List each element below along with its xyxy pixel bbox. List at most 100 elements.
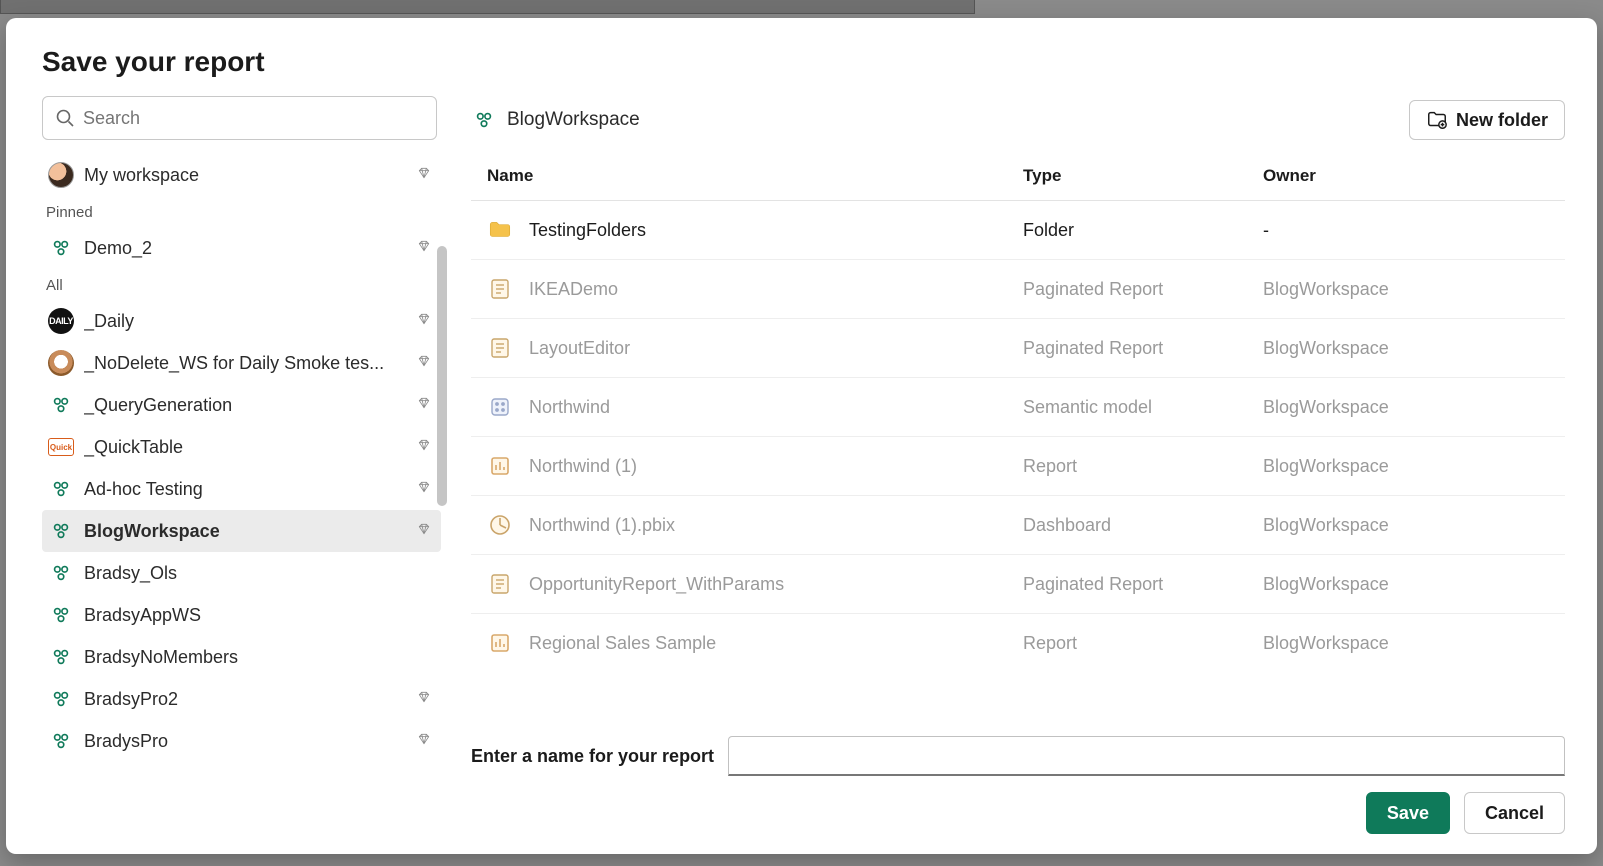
sidebar-item-label: _QuickTable (84, 437, 407, 458)
sidebar-item-all-2[interactable]: _QueryGeneration (42, 384, 441, 426)
people-icon (48, 392, 74, 418)
col-header-name[interactable]: Name (483, 166, 1023, 186)
row-owner: BlogWorkspace (1263, 574, 1553, 595)
sidebar-item-all-7[interactable]: BradsyAppWS (42, 594, 441, 636)
quick-badge-icon: Quick (48, 438, 74, 456)
breadcrumb: BlogWorkspace (471, 107, 640, 133)
row-name: Northwind (1).pbix (529, 515, 675, 536)
table-row: Northwind (1).pbix Dashboard BlogWorkspa… (471, 496, 1565, 555)
people-icon (48, 235, 74, 261)
main-panel: BlogWorkspace New folder Name Type Owner (447, 96, 1565, 834)
table-row: Northwind (1) Report BlogWorkspace (471, 437, 1565, 496)
save-report-dialog: Save your report My workspace Pinned Dem… (6, 18, 1597, 854)
table-body[interactable]: TestingFolders Folder - IKEADemo Paginat… (471, 201, 1565, 661)
premium-diamond-icon (417, 732, 431, 751)
row-name: LayoutEditor (529, 338, 630, 359)
premium-diamond-icon (417, 438, 431, 457)
content-table: Name Type Owner TestingFolders Folder - … (471, 166, 1565, 718)
my-workspace-item[interactable]: My workspace (42, 154, 441, 196)
sidebar-scrollbar[interactable] (437, 246, 447, 866)
background-window-strip (0, 0, 975, 14)
folder-icon (487, 217, 513, 243)
search-input[interactable] (83, 108, 424, 129)
report-icon (487, 630, 513, 656)
sidebar-item-pinned-0[interactable]: Demo_2 (42, 227, 441, 269)
cancel-button[interactable]: Cancel (1464, 792, 1565, 834)
sidebar-item-label: BlogWorkspace (84, 521, 407, 542)
sidebar-section-all: All (42, 269, 441, 300)
premium-diamond-icon (417, 690, 431, 709)
row-type: Paginated Report (1023, 338, 1263, 359)
people-icon (48, 560, 74, 586)
people-icon (471, 107, 497, 133)
row-owner: BlogWorkspace (1263, 633, 1553, 654)
report-icon (487, 453, 513, 479)
premium-diamond-icon (417, 354, 431, 373)
row-type: Paginated Report (1023, 574, 1263, 595)
dialog-actions: Save Cancel (471, 792, 1565, 834)
premium-diamond-icon (417, 396, 431, 415)
row-type: Report (1023, 456, 1263, 477)
sidebar-item-all-1[interactable]: _NoDelete_WS for Daily Smoke tes... (42, 342, 441, 384)
row-type: Semantic model (1023, 397, 1263, 418)
row-name: Northwind (1) (529, 456, 637, 477)
row-name: Northwind (529, 397, 610, 418)
sidebar-item-label: _QueryGeneration (84, 395, 407, 416)
workspace-sidebar: My workspace Pinned Demo_2 All DAILY _Da… (42, 96, 447, 834)
row-name: TestingFolders (529, 220, 646, 241)
people-icon (48, 602, 74, 628)
sidebar-item-all-3[interactable]: Quick _QuickTable (42, 426, 441, 468)
sidebar-item-all-9[interactable]: BradsyPro2 (42, 678, 441, 720)
dashboard-icon (487, 512, 513, 538)
sidebar-item-label: _Daily (84, 311, 407, 332)
new-folder-icon (1426, 109, 1448, 131)
row-name: OpportunityReport_WithParams (529, 574, 784, 595)
sidebar-item-label: Ad-hoc Testing (84, 479, 407, 500)
workspace-list[interactable]: My workspace Pinned Demo_2 All DAILY _Da… (42, 154, 447, 834)
new-folder-button[interactable]: New folder (1409, 100, 1565, 140)
row-owner: BlogWorkspace (1263, 456, 1553, 477)
sidebar-item-all-8[interactable]: BradsyNoMembers (42, 636, 441, 678)
sidebar-item-label: BradsyNoMembers (84, 647, 431, 668)
row-owner: - (1263, 220, 1553, 241)
sidebar-item-label: BradysPro (84, 731, 407, 752)
new-folder-label: New folder (1456, 110, 1548, 131)
sidebar-scrollbar-thumb[interactable] (437, 246, 447, 506)
sidebar-item-label: Demo_2 (84, 238, 407, 259)
sidebar-item-label: Bradsy_Ols (84, 563, 431, 584)
table-row[interactable]: TestingFolders Folder - (471, 201, 1565, 260)
premium-diamond-icon (417, 239, 431, 258)
row-owner: BlogWorkspace (1263, 338, 1553, 359)
col-header-type[interactable]: Type (1023, 166, 1263, 186)
col-header-owner[interactable]: Owner (1263, 166, 1553, 186)
sidebar-item-all-4[interactable]: Ad-hoc Testing (42, 468, 441, 510)
row-owner: BlogWorkspace (1263, 397, 1553, 418)
row-type: Paginated Report (1023, 279, 1263, 300)
people-icon (48, 728, 74, 754)
breadcrumb-current: BlogWorkspace (507, 109, 640, 131)
avatar-icon (48, 162, 74, 188)
row-name: IKEADemo (529, 279, 618, 300)
search-field-wrap[interactable] (42, 96, 437, 140)
dialog-title: Save your report (42, 46, 1565, 78)
row-type: Folder (1023, 220, 1263, 241)
paginated-icon (487, 571, 513, 597)
report-name-input[interactable] (728, 736, 1565, 776)
sidebar-item-all-10[interactable]: BradysPro (42, 720, 441, 762)
people-icon (48, 686, 74, 712)
table-row: Northwind Semantic model BlogWorkspace (471, 378, 1565, 437)
premium-diamond-icon (417, 480, 431, 499)
people-icon (48, 476, 74, 502)
sidebar-section-pinned: Pinned (42, 196, 441, 227)
table-header: Name Type Owner (471, 166, 1565, 201)
table-row: IKEADemo Paginated Report BlogWorkspace (471, 260, 1565, 319)
save-button[interactable]: Save (1366, 792, 1450, 834)
sidebar-item-all-6[interactable]: Bradsy_Ols (42, 552, 441, 594)
sidebar-item-all-5[interactable]: BlogWorkspace (42, 510, 441, 552)
dialog-body: My workspace Pinned Demo_2 All DAILY _Da… (42, 96, 1565, 834)
search-icon (55, 108, 75, 128)
row-name: Regional Sales Sample (529, 633, 716, 654)
row-type: Report (1023, 633, 1263, 654)
sidebar-item-all-0[interactable]: DAILY _Daily (42, 300, 441, 342)
model-icon (487, 394, 513, 420)
